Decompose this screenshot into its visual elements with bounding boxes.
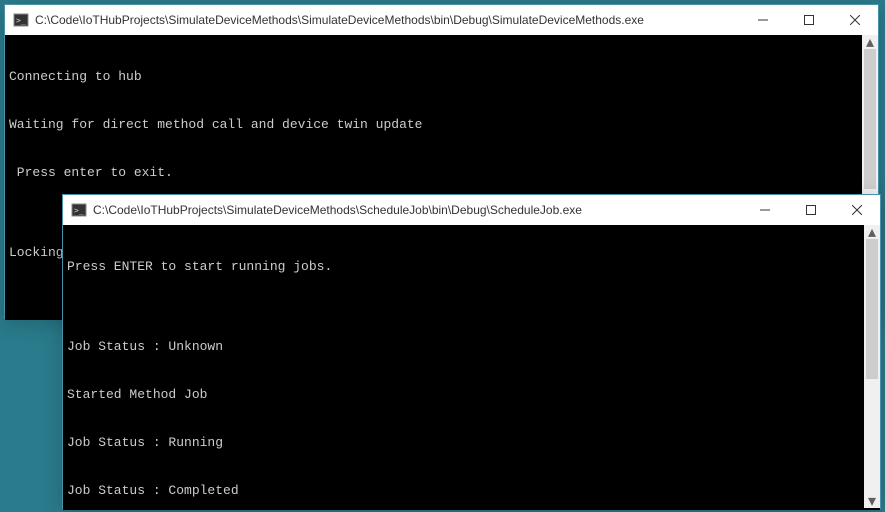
- scroll-thumb[interactable]: [864, 49, 876, 189]
- console-line: Press ENTER to start running jobs.: [67, 259, 876, 275]
- scroll-up-icon[interactable]: ▴: [862, 35, 878, 49]
- console-output: Press ENTER to start running jobs. Job S…: [63, 225, 880, 510]
- console-line: Waiting for direct method call and devic…: [9, 117, 874, 133]
- console-line: Job Status : Unknown: [67, 339, 876, 355]
- minimize-button[interactable]: [740, 5, 786, 35]
- scroll-up-icon[interactable]: ▴: [864, 225, 880, 239]
- scroll-thumb[interactable]: [866, 239, 878, 379]
- app-icon: >_: [13, 12, 29, 28]
- console-line: Press enter to exit.: [9, 165, 874, 181]
- scrollbar[interactable]: ▴ ▾: [864, 225, 880, 508]
- console-window-schedule-job: >_ C:\Code\IoTHubProjects\SimulateDevice…: [62, 194, 881, 509]
- scroll-down-icon[interactable]: ▾: [864, 494, 880, 508]
- maximize-button[interactable]: [788, 195, 834, 225]
- app-icon: >_: [71, 202, 87, 218]
- titlebar[interactable]: >_ C:\Code\IoTHubProjects\SimulateDevice…: [5, 5, 878, 35]
- minimize-button[interactable]: [742, 195, 788, 225]
- window-title: C:\Code\IoTHubProjects\SimulateDeviceMet…: [35, 13, 740, 27]
- window-controls: [740, 5, 878, 35]
- svg-text:>_: >_: [16, 16, 26, 25]
- console-line: Job Status : Running: [67, 435, 876, 451]
- console-line: Started Method Job: [67, 387, 876, 403]
- titlebar[interactable]: >_ C:\Code\IoTHubProjects\SimulateDevice…: [63, 195, 880, 225]
- window-controls: [742, 195, 880, 225]
- close-button[interactable]: [832, 5, 878, 35]
- maximize-button[interactable]: [786, 5, 832, 35]
- window-title: C:\Code\IoTHubProjects\SimulateDeviceMet…: [93, 203, 742, 217]
- close-button[interactable]: [834, 195, 880, 225]
- svg-text:>_: >_: [74, 206, 84, 215]
- console-line: Job Status : Completed: [67, 483, 876, 499]
- console-line: Connecting to hub: [9, 69, 874, 85]
